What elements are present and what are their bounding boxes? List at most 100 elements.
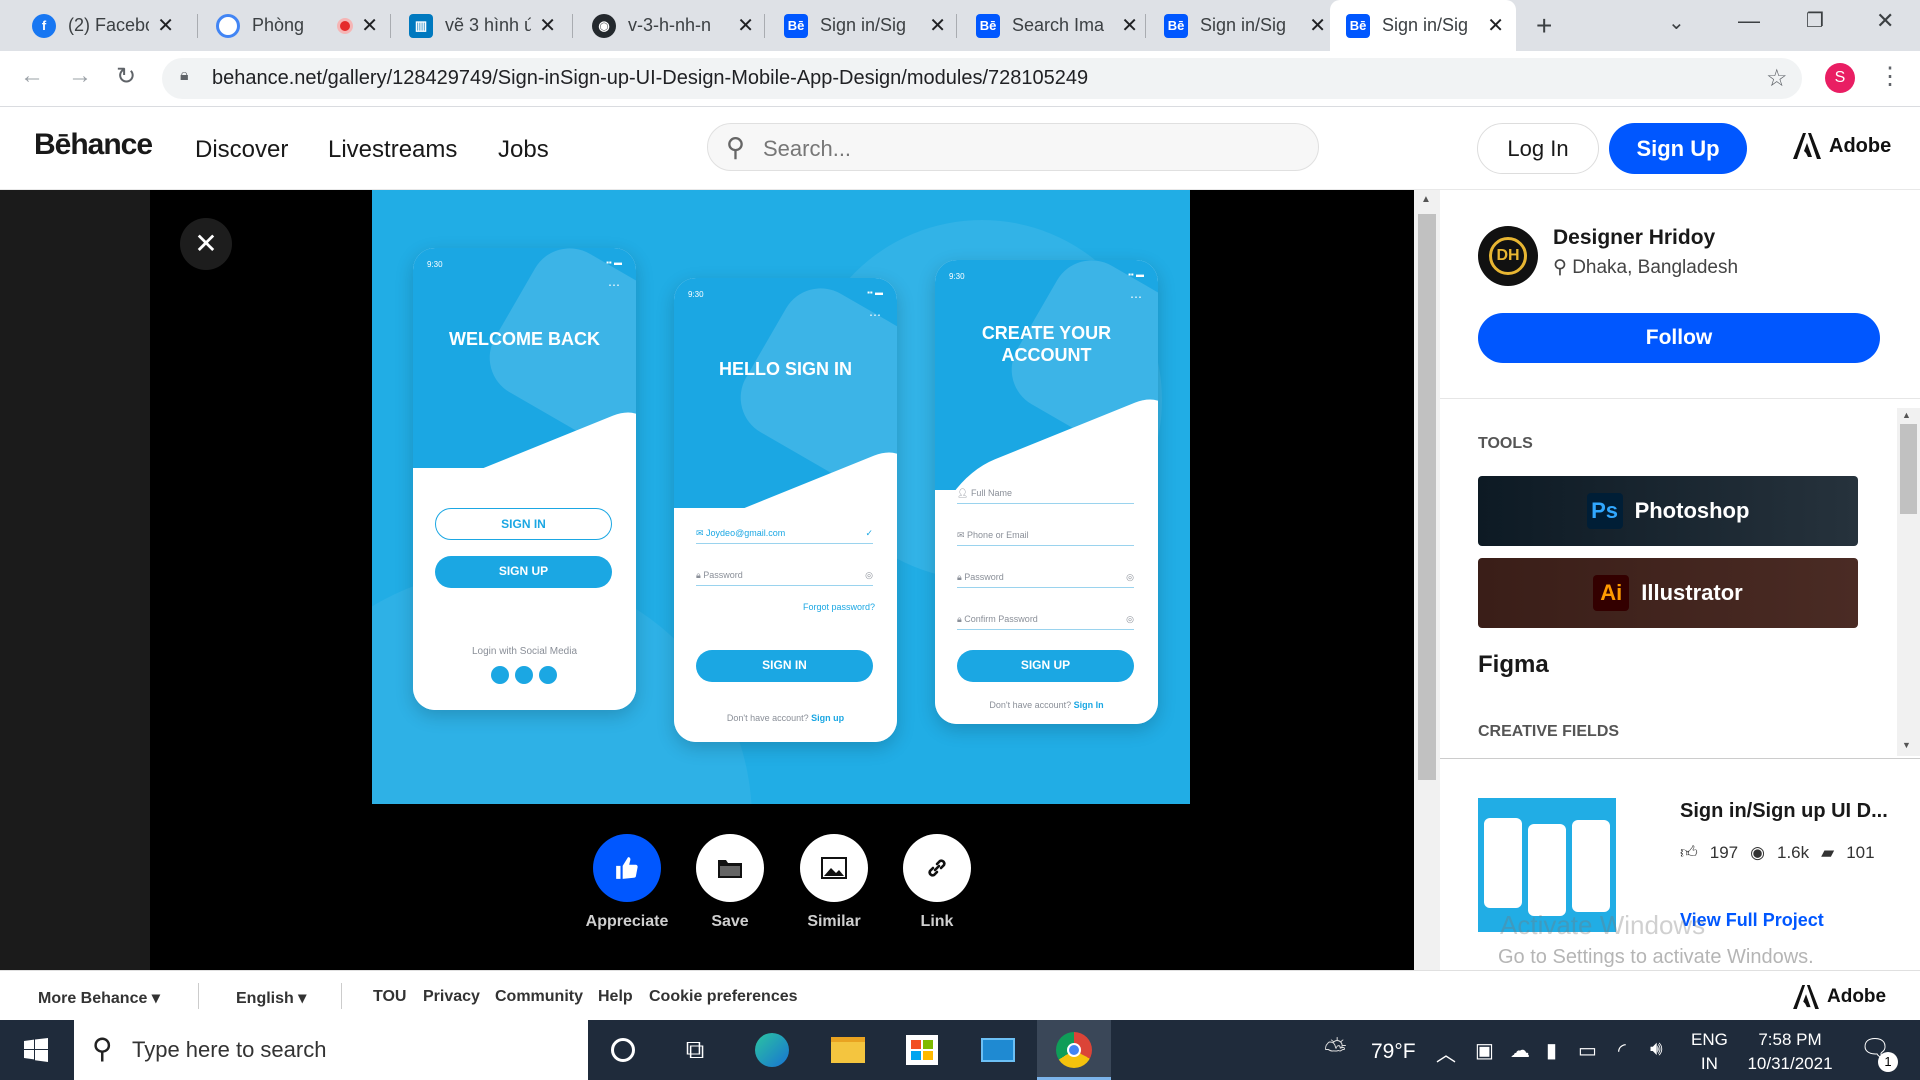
instagram-icon xyxy=(491,666,509,684)
nav-jobs[interactable]: Jobs xyxy=(498,136,549,164)
clock[interactable]: 7:58 PM 10/31/2021 xyxy=(1740,1028,1840,1076)
designer-avatar[interactable]: DH xyxy=(1478,226,1538,286)
footer-tou[interactable]: TOU xyxy=(373,988,406,1006)
tool-illustrator[interactable]: Ai Illustrator xyxy=(1478,558,1858,628)
project-image[interactable]: 9:30 ▪▪ ▬ ⋯ WELCOME BACK SIGN IN SIGN UP… xyxy=(372,190,1190,804)
appreciate-button[interactable] xyxy=(593,834,661,902)
behance-logo[interactable]: Bēhance xyxy=(34,128,153,162)
behance-icon: Bē xyxy=(976,13,1000,38)
more-behance-dropdown[interactable]: More Behance ▾ xyxy=(38,988,160,1008)
address-bar[interactable]: 🔒︎ behance.net/gallery/128429749/Sign-in… xyxy=(162,58,1802,99)
phone-social-label: Login with Social Media xyxy=(471,646,578,657)
window-close-button[interactable]: ✕ xyxy=(1876,8,1894,34)
weather-temp[interactable]: 79°F xyxy=(1371,1040,1416,1064)
show-hidden-icons[interactable]: ︿ xyxy=(1436,1038,1456,1067)
phone-signup-button: SIGN UP xyxy=(435,556,612,588)
tab-behance-2[interactable]: Bē Search Ima ✕ xyxy=(960,0,1150,51)
cortana-icon[interactable] xyxy=(603,1030,643,1070)
bookmark-star-icon[interactable]: ☆ xyxy=(1766,64,1788,93)
phone-welcome: 9:30 ▪▪ ▬ ⋯ WELCOME BACK SIGN IN SIGN UP… xyxy=(413,248,636,710)
search-input[interactable]: ⚲ Search... xyxy=(707,123,1319,171)
close-icon[interactable]: ✕ xyxy=(1487,13,1504,38)
weather-icon[interactable]: ⛅︎ xyxy=(1324,1034,1346,1067)
similar-button[interactable] xyxy=(800,834,868,902)
nav-discover[interactable]: Discover xyxy=(195,136,288,164)
left-dim-panel xyxy=(0,190,150,970)
tab-meet[interactable]: Phòng ✕ xyxy=(200,0,390,51)
close-icon[interactable]: ✕ xyxy=(1309,13,1326,38)
tab-facebook[interactable]: f (2) Faceboo ✕ xyxy=(16,0,186,51)
profile-avatar[interactable]: S xyxy=(1825,63,1855,93)
search-placeholder: Search... xyxy=(763,136,852,161)
file-explorer-icon[interactable] xyxy=(828,1030,868,1070)
tab-trello[interactable]: ▥ vẽ 3 hình ú ✕ xyxy=(393,0,568,51)
follow-button[interactable]: Follow xyxy=(1478,313,1880,363)
chrome-icon xyxy=(1056,1032,1092,1068)
scrollbar-thumb[interactable] xyxy=(1418,214,1436,780)
language-dropdown[interactable]: English ▾ xyxy=(236,988,306,1008)
footer-privacy[interactable]: Privacy xyxy=(423,988,480,1006)
tray-app-icon[interactable]: ▣ xyxy=(1475,1038,1494,1063)
tool-photoshop[interactable]: Ps Photoshop xyxy=(1478,476,1858,546)
nav-livestreams[interactable]: Livestreams xyxy=(328,136,457,164)
photoshop-icon: Ps xyxy=(1586,493,1623,529)
footer-adobe-link[interactable]: Adobe xyxy=(1793,985,1886,1009)
usb-icon[interactable]: ▮ xyxy=(1546,1038,1557,1063)
designer-name[interactable]: Designer Hridoy xyxy=(1553,226,1715,250)
footer-cookie-preferences[interactable]: Cookie preferences xyxy=(649,988,798,1006)
twitter-icon xyxy=(515,666,533,684)
wifi-icon[interactable]: ◜ xyxy=(1618,1038,1626,1063)
tab-github[interactable]: ◉ v-3-h-nh-n ✕ xyxy=(576,0,766,51)
close-icon[interactable]: ✕ xyxy=(361,13,378,38)
phone-fullname-field: 👤︎ Full Name xyxy=(957,488,1134,504)
mail-icon[interactable] xyxy=(978,1030,1018,1070)
windows-start-icon[interactable] xyxy=(16,1030,56,1070)
tab-search-icon[interactable]: ⌄ xyxy=(1668,10,1685,35)
forward-icon[interactable]: → xyxy=(68,62,92,90)
language-indicator[interactable]: ENG IN xyxy=(1691,1028,1728,1076)
footer-community[interactable]: Community xyxy=(495,988,583,1006)
onedrive-icon[interactable]: ☁︎ xyxy=(1510,1038,1530,1063)
back-icon[interactable]: ← xyxy=(20,62,44,90)
signup-button[interactable]: Sign Up xyxy=(1609,123,1747,174)
battery-icon[interactable]: ▭ xyxy=(1578,1038,1597,1063)
stage-scrollbar[interactable]: ▲ xyxy=(1414,190,1440,970)
volume-icon[interactable]: 🔊︎ xyxy=(1650,1038,1663,1061)
taskbar-search-box[interactable]: ⚲ Type here to search xyxy=(74,1020,588,1080)
close-modal-button[interactable]: ✕ xyxy=(180,218,232,270)
github-icon: ◉ xyxy=(592,13,616,38)
phone-password-field: 🔒︎ Password ◎ xyxy=(696,570,873,586)
close-icon[interactable]: ✕ xyxy=(157,13,174,38)
activate-windows-title: Activate Windows xyxy=(1500,910,1706,940)
close-icon[interactable]: ✕ xyxy=(737,13,754,38)
tab-behance-3[interactable]: Bē Sign in/Sig ✕ xyxy=(1148,0,1338,51)
chrome-taskbar-button[interactable] xyxy=(1037,1020,1111,1080)
search-icon: ⚲ xyxy=(726,132,746,162)
project-title[interactable]: Sign in/Sign up UI D... xyxy=(1680,800,1888,823)
reload-icon[interactable]: ↻ xyxy=(116,62,136,91)
illustrator-icon: Ai xyxy=(1593,575,1630,611)
close-icon[interactable]: ✕ xyxy=(929,13,946,38)
phone-signup-button: SIGN UP xyxy=(957,650,1134,682)
login-button[interactable]: Log In xyxy=(1477,123,1599,174)
minimize-button[interactable]: — xyxy=(1738,8,1760,34)
menu-kebab-icon[interactable]: ⋮ xyxy=(1878,62,1902,91)
adobe-link[interactable]: Adobe xyxy=(1793,133,1891,159)
footer-help[interactable]: Help xyxy=(598,988,633,1006)
tab-behance-active[interactable]: Bē Sign in/Sig ✕ xyxy=(1330,0,1516,51)
tool-figma[interactable]: Figma xyxy=(1478,651,1549,679)
comments-count: 101 xyxy=(1846,842,1875,862)
close-icon[interactable]: ✕ xyxy=(1121,13,1138,38)
behance-icon: Bē xyxy=(1346,13,1370,38)
sidebar-scrollbar[interactable]: ▲ ▼ xyxy=(1897,408,1920,756)
task-view-icon[interactable]: ⧉ xyxy=(675,1030,715,1070)
close-icon[interactable]: ✕ xyxy=(539,13,556,38)
new-tab-button[interactable]: + xyxy=(1536,10,1552,42)
facebook-icon: f xyxy=(32,13,56,38)
tab-behance-1[interactable]: Bē Sign in/Sig ✕ xyxy=(768,0,958,51)
edge-icon[interactable] xyxy=(752,1030,792,1070)
link-button[interactable] xyxy=(903,834,971,902)
save-button[interactable] xyxy=(696,834,764,902)
restore-button[interactable]: ❐ xyxy=(1806,8,1824,33)
store-icon[interactable] xyxy=(902,1030,942,1070)
